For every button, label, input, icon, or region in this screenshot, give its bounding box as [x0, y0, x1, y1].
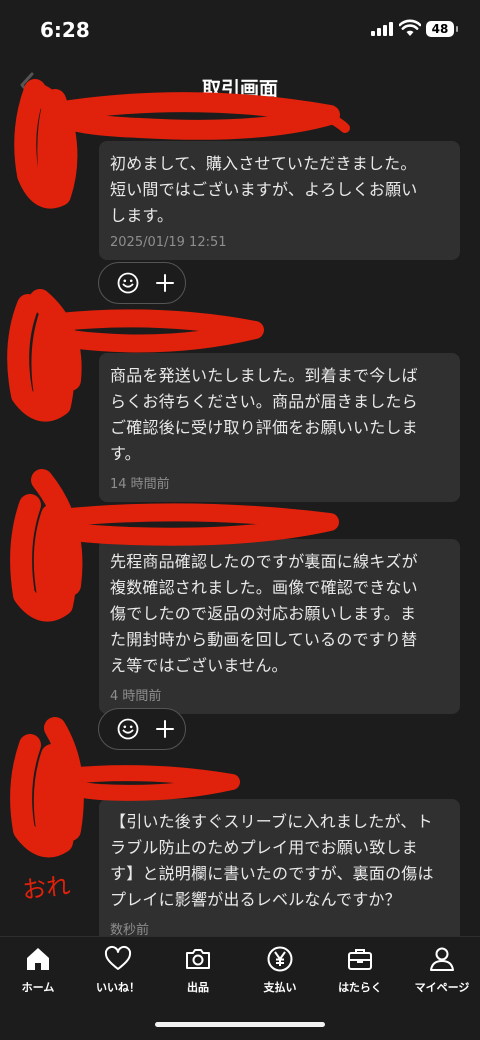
tab-label: ホーム	[21, 981, 55, 994]
chat-message: 先程商品確認したのですが裏面に線キズが 複数確認されました。画像で確認できない …	[99, 539, 460, 714]
yen-icon	[267, 946, 293, 972]
tab-sell[interactable]: 出品	[158, 945, 238, 995]
tab-home[interactable]: ホーム	[0, 945, 78, 995]
add-reaction-plus-icon[interactable]	[155, 272, 175, 294]
cellular-signal-icon	[371, 22, 395, 36]
tab-label: 出品	[187, 981, 209, 994]
message-text: 【引いた後すぐスリーブに入れましたが、ト ラブル防止のためプレイ用でお願い致しま…	[110, 812, 434, 909]
tab-likes[interactable]: いいね！	[78, 945, 158, 995]
status-time: 6:28	[40, 18, 90, 42]
tab-payment[interactable]: 支払い	[240, 945, 320, 995]
person-icon	[430, 947, 454, 971]
camera-icon	[186, 949, 210, 969]
battery-icon: 48	[426, 21, 458, 37]
add-emoji-reaction-icon[interactable]	[117, 272, 139, 294]
chat-message: 初めまして、購入させていただきました。 短い間ではございますが、よろしくお願い …	[99, 141, 460, 260]
page-title: 取引画面	[201, 78, 278, 100]
message-text: 初めまして、購入させていただきました。 短い間ではございますが、よろしくお願い …	[110, 154, 418, 225]
handwritten-annotation: おれ	[20, 871, 72, 905]
add-reaction-plus-icon[interactable]	[155, 718, 175, 740]
tab-mypage[interactable]: マイページ	[402, 945, 480, 995]
tab-label: マイページ	[414, 981, 470, 994]
message-text: 商品を発送いたしました。到着まで今しば らくお待ちください。商品が届きましたら …	[110, 366, 418, 463]
message-text: 先程商品確認したのですが裏面に線キズが 複数確認されました。画像で確認できない …	[110, 552, 418, 675]
tab-label: はたらく	[338, 981, 382, 994]
reaction-bar	[98, 708, 186, 750]
message-timestamp: 4 時間前	[110, 689, 162, 704]
tab-label: いいね！	[96, 981, 140, 994]
home-indicator[interactable]	[155, 1022, 325, 1027]
home-icon	[27, 948, 49, 970]
nav-header: 取引画面	[0, 64, 480, 108]
message-timestamp: 14 時間前	[110, 477, 170, 492]
chat-message: 商品を発送いたしました。到着まで今しば らくお待ちください。商品が届きましたら …	[99, 353, 460, 502]
tab-work[interactable]: はたらく	[320, 945, 400, 995]
reaction-bar	[98, 262, 186, 304]
chat-message: 【引いた後すぐスリーブに入れましたが、ト ラブル防止のためプレイ用でお願い致しま…	[99, 799, 460, 948]
message-timestamp: 2025/01/19 12:51	[110, 235, 227, 250]
heart-icon	[104, 945, 132, 970]
briefcase-icon	[348, 949, 372, 970]
status-bar: 6:28 48	[0, 0, 480, 60]
tab-label: 支払い	[263, 981, 297, 994]
wifi-icon	[399, 19, 421, 36]
add-emoji-reaction-icon[interactable]	[117, 718, 139, 740]
